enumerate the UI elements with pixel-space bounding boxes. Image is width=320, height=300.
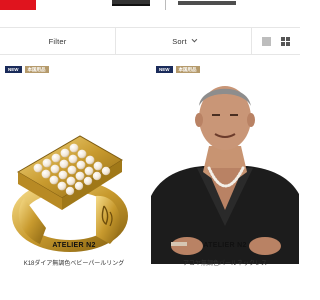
new-badge: NEW	[156, 66, 173, 73]
chevron-down-icon	[191, 36, 198, 43]
view-toggle	[252, 28, 300, 54]
filter-button[interactable]: Filter	[0, 28, 116, 54]
product-toolbar: Filter Sort	[0, 27, 300, 55]
product-brand: ATELIER N2	[203, 242, 247, 249]
product-brand: ATELIER N2	[52, 242, 96, 249]
site-logo[interactable]	[112, 0, 150, 6]
header-accent-block	[0, 0, 36, 10]
grid-view-icon[interactable]	[281, 36, 290, 46]
filter-label: Filter	[48, 36, 67, 46]
header-sublogo	[178, 1, 236, 5]
product-name[interactable]: アコヤ無調色パールネックレス	[151, 258, 299, 267]
single-column-view-icon[interactable]	[262, 36, 271, 46]
site-header	[0, 0, 300, 12]
sort-label: Sort	[172, 36, 187, 46]
sort-button[interactable]: Sort	[116, 28, 252, 54]
new-badge: NEW	[5, 66, 22, 73]
category-badge: 本国用品	[175, 66, 200, 73]
man-wearing-pearl-necklace-icon	[151, 76, 299, 264]
gold-pearl-ring-icon	[12, 135, 128, 252]
product-badges: NEW 本国用品	[156, 66, 200, 73]
product-card[interactable]: NEW 本国用品	[0, 62, 148, 300]
category-badge: 本国用品	[24, 66, 49, 73]
product-image-model[interactable]	[151, 76, 299, 264]
product-name[interactable]: K18ダイア無調色ベビーパールリング	[0, 258, 148, 267]
product-card[interactable]: NEW 本国用品	[151, 62, 299, 300]
header-divider	[165, 0, 166, 10]
product-image-ring[interactable]	[0, 76, 148, 264]
product-badges: NEW 本国用品	[5, 66, 49, 73]
